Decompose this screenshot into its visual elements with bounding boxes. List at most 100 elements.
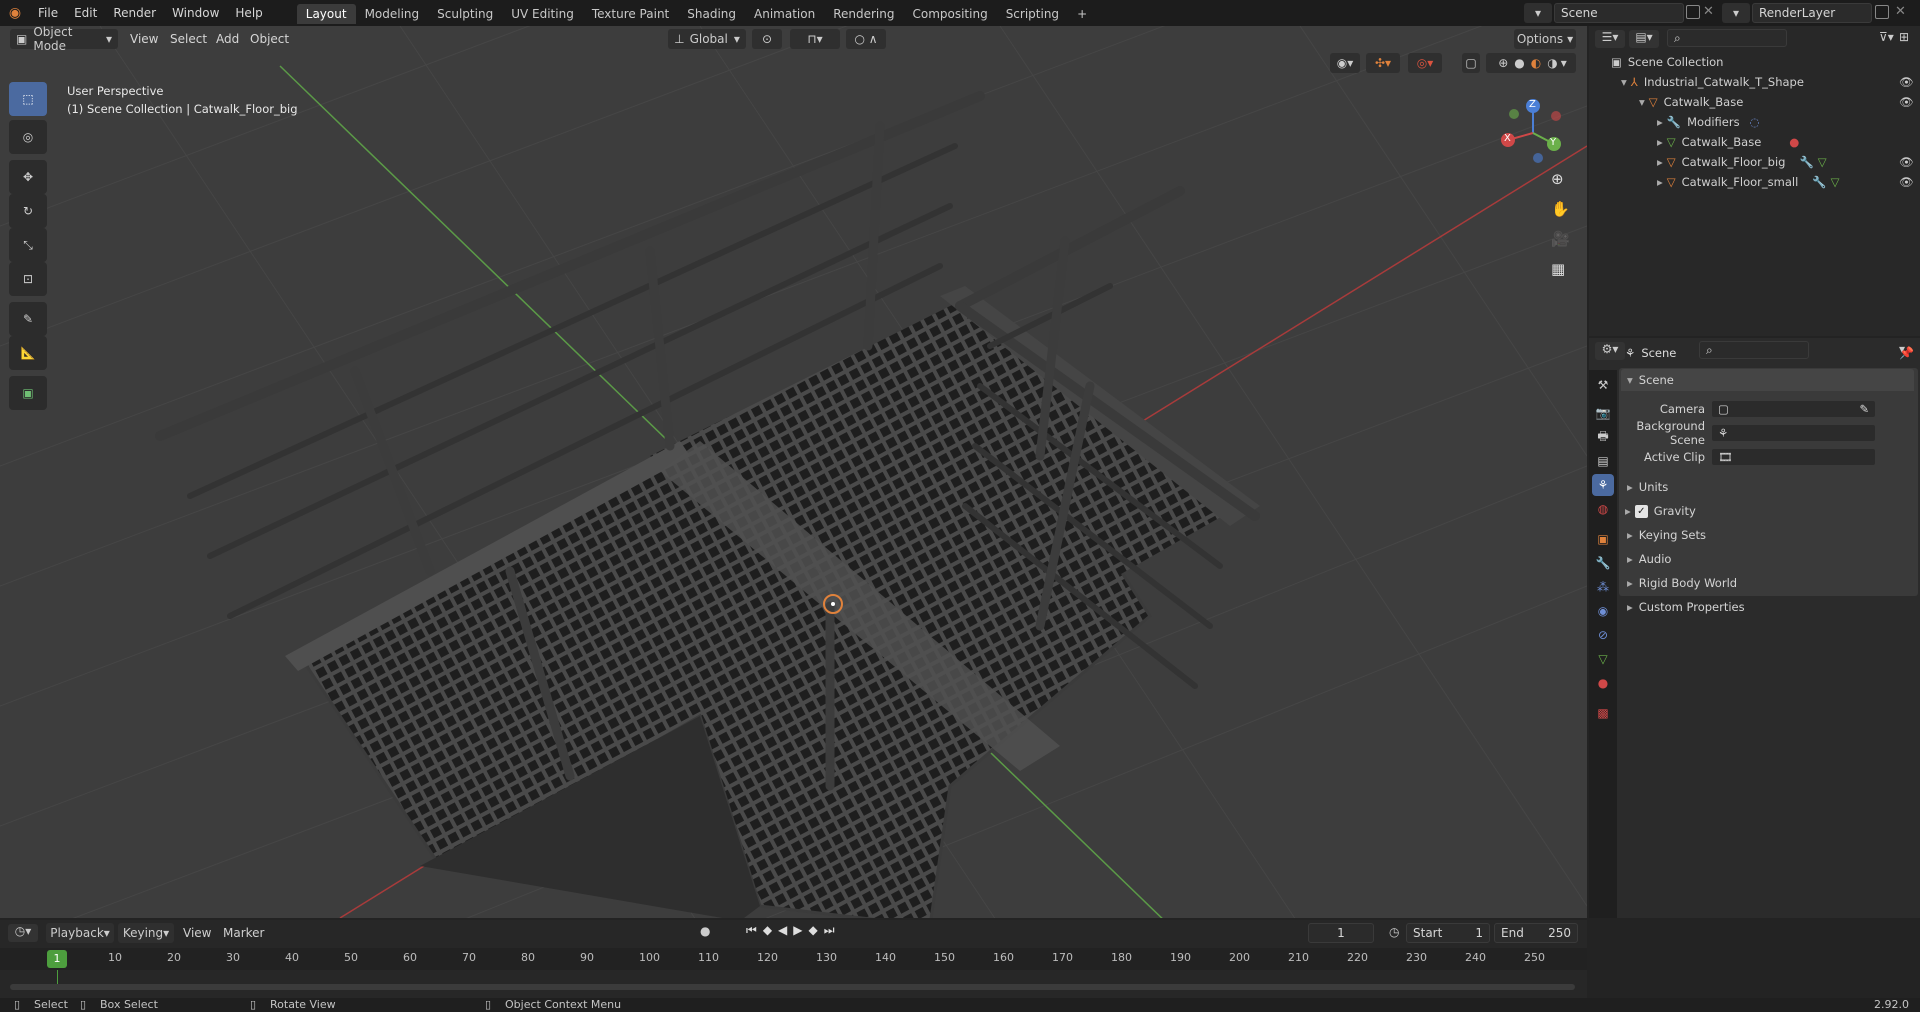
world-tab-icon[interactable]: ◍: [1592, 498, 1614, 520]
timeline-menu-view[interactable]: View: [183, 926, 211, 940]
render-tab-icon[interactable]: 📷: [1592, 402, 1614, 424]
zoom-icon[interactable]: ⊕: [1551, 170, 1564, 188]
outliner-item-modifiers[interactable]: ▸ 🔧 Modifiers ◌: [1589, 112, 1920, 132]
add-workspace-button[interactable]: +: [1068, 4, 1096, 24]
outliner-search-input[interactable]: ⌕: [1667, 29, 1787, 47]
editor-type-icon[interactable]: ☰▾: [1595, 30, 1625, 48]
annotate-tool-icon[interactable]: ✎: [9, 302, 47, 336]
tab-texture-paint[interactable]: Texture Paint: [583, 4, 678, 24]
move-tool-icon[interactable]: ✥: [9, 160, 47, 194]
active-clip-field[interactable]: 🎞: [1711, 448, 1876, 466]
menu-window[interactable]: Window: [164, 0, 227, 26]
transform-orientation-dropdown[interactable]: ⊥ Global ▾: [668, 29, 746, 49]
start-frame-field[interactable]: Start 1: [1406, 923, 1490, 943]
output-tab-icon[interactable]: 🖶: [1592, 426, 1614, 448]
solid-shading-icon[interactable]: ●: [1514, 56, 1524, 70]
play-icon[interactable]: ▶: [793, 923, 802, 938]
rigid-body-world-subpanel[interactable]: ▸ Rigid Body World: [1621, 572, 1914, 594]
tab-sculpting[interactable]: Sculpting: [428, 4, 502, 24]
physics-tab-icon[interactable]: ◉: [1592, 600, 1614, 622]
visibility-eye-icon[interactable]: 👁: [1899, 95, 1914, 109]
timeline-editor-type-icon[interactable]: ◷▾: [8, 924, 38, 942]
audio-subpanel[interactable]: ▸ Audio: [1621, 548, 1914, 570]
wireframe-shading-icon[interactable]: ⊕: [1498, 56, 1508, 70]
outliner-item-catwalk-floor-big[interactable]: ▸ ▽ Catwalk_Floor_big 🔧 ▽ 👁: [1589, 152, 1920, 172]
next-keyframe-icon[interactable]: ◆: [809, 923, 818, 938]
display-mode-icon[interactable]: ▤▾: [1629, 30, 1659, 48]
playback-dropdown[interactable]: Playback ▾: [46, 923, 114, 943]
tab-rendering[interactable]: Rendering: [824, 4, 903, 24]
current-frame-field[interactable]: 1: [1308, 923, 1374, 943]
menu-help[interactable]: Help: [227, 0, 270, 26]
keying-sets-subpanel[interactable]: ▸ Keying Sets: [1621, 524, 1914, 546]
properties-editor-type-icon[interactable]: ⚙▾: [1595, 342, 1625, 360]
modifier-tab-icon[interactable]: 🔧: [1592, 552, 1614, 574]
playhead[interactable]: 1: [47, 950, 67, 968]
rotate-tool-icon[interactable]: ↻: [9, 194, 47, 228]
tab-modeling[interactable]: Modeling: [356, 4, 429, 24]
jump-start-icon[interactable]: ⏮: [746, 923, 757, 938]
shading-mode-buttons[interactable]: ⊕ ● ◐ ◑ ▾: [1486, 53, 1576, 73]
pivot-point-icon[interactable]: ⊙: [752, 29, 782, 49]
texture-tab-icon[interactable]: ▩: [1592, 702, 1614, 724]
tab-compositing[interactable]: Compositing: [903, 4, 996, 24]
properties-search-input[interactable]: ⌕: [1699, 341, 1809, 359]
outliner-item-industrial-catwalk[interactable]: ▾ ⅄ Industrial_Catwalk_T_Shape 👁: [1589, 72, 1920, 92]
options-dropdown[interactable]: Options ▾: [1514, 29, 1576, 49]
data-tab-icon[interactable]: ▽: [1592, 648, 1614, 670]
background-scene-field[interactable]: ⚘: [1711, 424, 1876, 442]
play-reverse-icon[interactable]: ◀: [778, 923, 787, 938]
filter-icon[interactable]: ⊽▾: [1879, 30, 1894, 44]
outliner-scene-collection[interactable]: ▣ Scene Collection: [1589, 52, 1920, 72]
prev-keyframe-icon[interactable]: ◆: [763, 923, 772, 938]
view-layer-browse-icon[interactable]: ▾: [1722, 3, 1750, 23]
timeline-scrollbar[interactable]: [10, 984, 1575, 990]
cursor-tool-icon[interactable]: ◎: [9, 120, 47, 154]
delete-scene-icon[interactable]: ✕: [1703, 4, 1714, 19]
constraints-tab-icon[interactable]: ⊘: [1592, 624, 1614, 646]
navigation-gizmo[interactable]: Z X Y: [1498, 98, 1568, 168]
measure-tool-icon[interactable]: 📐: [9, 336, 47, 370]
rendered-shading-icon[interactable]: ◑: [1547, 56, 1557, 70]
scene-panel-header[interactable]: ▾ Scene: [1621, 369, 1914, 391]
view-layer-field[interactable]: RenderLayer: [1752, 3, 1872, 23]
outliner-item-catwalk-base-mesh[interactable]: ▸ ▽ Catwalk_Base ●: [1589, 132, 1920, 152]
outliner-item-catwalk-base[interactable]: ▾ ▽ Catwalk_Base 👁: [1589, 92, 1920, 112]
tab-layout[interactable]: Layout: [296, 4, 356, 24]
transform-tool-icon[interactable]: ⊡: [9, 262, 47, 296]
scene-browse-icon[interactable]: ▾: [1524, 3, 1552, 23]
scale-tool-icon[interactable]: ⤡: [9, 228, 47, 262]
tool-tab-icon[interactable]: ⚒: [1592, 374, 1614, 396]
3d-viewport[interactable]: ▣ Object Mode ▾ View Select Add Object ⊥…: [0, 26, 1587, 918]
scene-name-field[interactable]: Scene: [1554, 3, 1684, 23]
material-shading-icon[interactable]: ◐: [1531, 56, 1541, 70]
ortho-toggle-icon[interactable]: ▦: [1551, 260, 1565, 278]
pin-icon[interactable]: 📌: [1899, 346, 1914, 360]
material-tab-icon[interactable]: ●: [1592, 672, 1614, 694]
preview-range-icon[interactable]: ◷: [1389, 925, 1399, 939]
end-frame-field[interactable]: End 250: [1494, 923, 1578, 943]
tab-shading[interactable]: Shading: [678, 4, 745, 24]
snap-icon[interactable]: ⊓▾: [790, 29, 840, 49]
mode-dropdown[interactable]: ▣ Object Mode ▾: [10, 26, 118, 53]
visibility-eye-icon[interactable]: 👁: [1899, 155, 1914, 169]
tab-animation[interactable]: Animation: [745, 4, 824, 24]
scene-tab-icon[interactable]: ⚘: [1592, 474, 1614, 496]
delete-view-layer-icon[interactable]: ✕: [1895, 4, 1906, 19]
viewport-menu-view[interactable]: View: [122, 26, 166, 52]
visibility-eye-icon[interactable]: 👁: [1899, 75, 1914, 89]
jump-end-icon[interactable]: ⏭: [824, 923, 835, 938]
gravity-subpanel[interactable]: ▸ ✓ Gravity: [1621, 500, 1914, 522]
keying-dropdown[interactable]: Keying ▾: [118, 923, 174, 943]
new-view-layer-icon[interactable]: [1875, 5, 1889, 19]
menu-file[interactable]: File: [30, 0, 66, 26]
menu-edit[interactable]: Edit: [66, 0, 105, 26]
new-scene-icon[interactable]: [1686, 5, 1700, 19]
pan-hand-icon[interactable]: ✋: [1551, 200, 1570, 218]
auto-keying-icon[interactable]: ●: [700, 924, 710, 938]
view-layer-tab-icon[interactable]: ▤: [1592, 450, 1614, 472]
viewport-canvas[interactable]: [0, 26, 1587, 918]
camera-view-icon[interactable]: 🎥: [1551, 230, 1570, 248]
tab-uv-editing[interactable]: UV Editing: [502, 4, 583, 24]
units-subpanel[interactable]: ▸ Units: [1621, 476, 1914, 498]
